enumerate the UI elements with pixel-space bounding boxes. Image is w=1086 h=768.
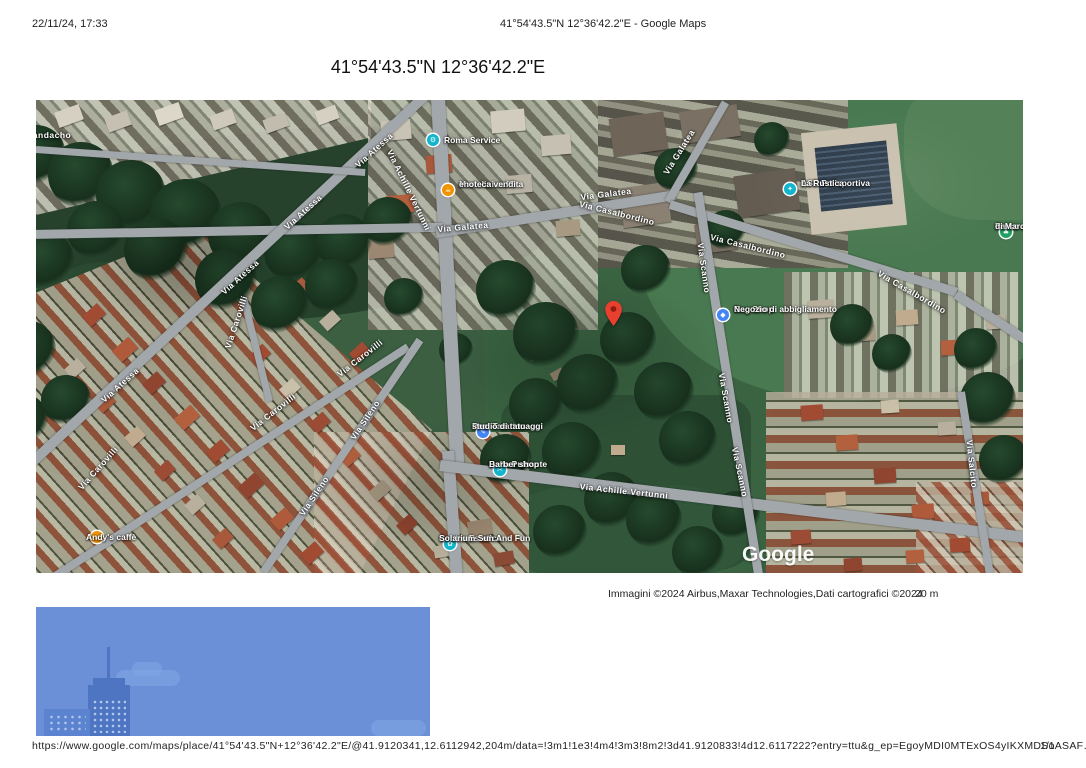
- building-roof: [490, 109, 526, 134]
- print-doc-title: 41°54'43.5"N 12°36'42.2"E - Google Maps: [500, 18, 706, 30]
- building-roof: [874, 467, 897, 483]
- building-roof: [609, 111, 669, 156]
- tree: [513, 302, 579, 368]
- coffee-icon: ☕: [442, 184, 454, 196]
- tree: [621, 245, 671, 295]
- building-roof: [801, 404, 824, 420]
- tree: [626, 492, 682, 548]
- building-roof: [540, 134, 572, 157]
- building-roof: [826, 491, 847, 506]
- print-datetime: 22/11/24, 17:33: [32, 18, 108, 30]
- map-scale-label: 20 m: [915, 588, 938, 600]
- skyscraper-illustration: [88, 685, 130, 736]
- tree: [872, 334, 912, 374]
- footer-url: https://www.google.com/maps/place/41°54'…: [32, 740, 1086, 752]
- building-roof: [611, 445, 625, 455]
- small-building-illustration: [44, 709, 90, 736]
- tree: [979, 435, 1023, 485]
- shopping-bag-icon: ◆: [717, 309, 729, 321]
- print-page: 22/11/24, 17:33 41°54'43.5"N 12°36'42.2"…: [0, 0, 1086, 768]
- building-roof: [938, 421, 957, 435]
- building-roof: [836, 434, 859, 450]
- building-roof: [844, 557, 863, 571]
- street-label: andacho: [36, 130, 71, 140]
- building-roof: [896, 309, 919, 325]
- building-roof: [881, 399, 900, 413]
- building-roof: [950, 537, 971, 552]
- tree: [754, 122, 790, 158]
- tree: [533, 505, 587, 559]
- tree: [305, 259, 359, 313]
- tree: [659, 411, 717, 469]
- tree: [672, 526, 724, 573]
- map-attribution: Immagini ©2024 Airbus,Maxar Technologies…: [608, 588, 923, 600]
- page-title: 41°54'43.5"N 12°36'42.2"E: [331, 57, 545, 78]
- building-roof: [555, 219, 580, 237]
- tree: [384, 278, 424, 318]
- cloud-illustration: [132, 662, 162, 676]
- street-view-placeholder: [36, 607, 430, 736]
- sports-icon: ✦: [784, 183, 796, 195]
- building-roof: [906, 549, 925, 563]
- tree: [363, 197, 413, 247]
- building-windows: [48, 714, 86, 732]
- tree: [954, 328, 998, 372]
- satellite-map-image: Via AtessaVia AtessaVia AtessaVia Atessa…: [36, 100, 1023, 573]
- cloud-illustration: [371, 720, 426, 736]
- building-roof: [912, 503, 935, 519]
- tree: [251, 276, 309, 334]
- location-pin-icon: [605, 301, 622, 326]
- solar-panels: [815, 140, 893, 211]
- google-watermark: Google: [742, 543, 814, 567]
- tree: [557, 354, 619, 416]
- page-indicator: 1/1: [1040, 740, 1055, 752]
- gear-icon: ⚙: [427, 134, 439, 146]
- building-windows: [92, 699, 126, 733]
